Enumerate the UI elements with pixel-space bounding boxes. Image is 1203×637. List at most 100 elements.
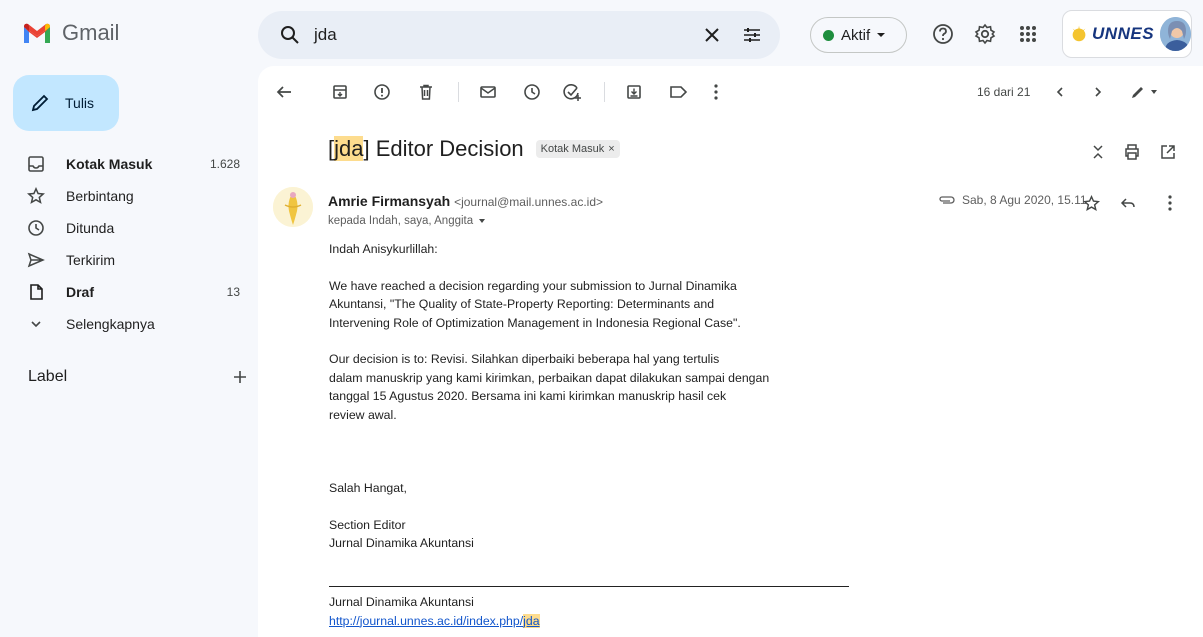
- sidebar-item-snoozed[interactable]: Ditunda: [0, 212, 256, 244]
- input-tools-button[interactable]: [1124, 78, 1164, 106]
- move-to-button[interactable]: [620, 78, 648, 106]
- greeting: Indah Anisykurlillah:: [329, 242, 438, 256]
- gmail-m-icon: [24, 23, 50, 43]
- subject-text: [jda] Editor Decision: [328, 136, 524, 161]
- star-icon: [1082, 194, 1100, 211]
- search-input[interactable]: jda: [314, 25, 692, 45]
- clear-search-button[interactable]: [692, 15, 732, 55]
- reply-button[interactable]: [1116, 191, 1140, 215]
- org-name: UNNES: [1092, 24, 1155, 43]
- labels-button[interactable]: [664, 78, 692, 106]
- collapse-all-button[interactable]: [1084, 138, 1112, 166]
- avatar-image: [1160, 17, 1191, 51]
- pencil-icon: [31, 94, 49, 112]
- dropdown-arrow-icon: [1150, 90, 1157, 94]
- search-highlight: jda: [334, 136, 364, 161]
- add-task-icon: [563, 84, 581, 101]
- message-date: Sab, 8 Agu 2020, 15.11: [938, 193, 1087, 207]
- move-to-icon: [627, 85, 641, 99]
- print-button[interactable]: [1118, 138, 1146, 166]
- close-icon: [705, 28, 719, 42]
- chevron-right-icon: [1095, 87, 1102, 97]
- open-in-new-icon: [1161, 145, 1175, 159]
- search-icon[interactable]: [278, 23, 302, 47]
- star-icon: [26, 186, 46, 206]
- open-new-window-button[interactable]: [1154, 138, 1182, 166]
- signature-journal: Jurnal Dinamika Akuntansi: [329, 536, 474, 550]
- delete-button[interactable]: [412, 78, 440, 106]
- sidebar-item-label: Terkirim: [66, 252, 115, 268]
- sidebar-item-sent[interactable]: Terkirim: [0, 244, 256, 276]
- search-options-button[interactable]: [732, 15, 772, 55]
- closing: Salah Hangat,: [329, 481, 407, 495]
- body-line: tanggal 15 Agustus 2020. Bersama ini kam…: [329, 389, 727, 403]
- message-footer: Jurnal Dinamika Akuntansi http://journal…: [329, 593, 540, 630]
- help-button[interactable]: [928, 19, 958, 49]
- clock-icon: [524, 84, 540, 100]
- labels-heading: Label: [28, 368, 68, 385]
- account-switcher[interactable]: UNNES: [1062, 10, 1192, 58]
- search-bar[interactable]: jda: [258, 11, 780, 59]
- print-icon: [1125, 144, 1139, 160]
- chevron-left-icon: [1056, 87, 1063, 97]
- message-view: 16 dari 21 [jda] Editor Decision Kotak M…: [258, 66, 1203, 637]
- collapse-icon: [1093, 145, 1103, 159]
- sidebar-item-label: Ditunda: [66, 220, 115, 236]
- status-label: Aktif: [841, 26, 871, 44]
- email-subject: [jda] Editor Decision Kotak Masuk ×: [328, 136, 620, 162]
- gmail-logo[interactable]: Gmail: [22, 20, 119, 46]
- more-vert-icon: [714, 84, 718, 100]
- status-dropdown[interactable]: Aktif: [810, 17, 907, 53]
- sender-email: <journal@mail.unnes.ac.id>: [454, 195, 603, 209]
- avatar[interactable]: [1160, 17, 1191, 51]
- label-icon: [670, 86, 688, 98]
- message-body: Indah Anisykurlillah: We have reached a …: [329, 240, 849, 553]
- remove-label-button[interactable]: ×: [608, 143, 614, 155]
- settings-button[interactable]: [970, 19, 1000, 49]
- sender-avatar[interactable]: [273, 187, 313, 227]
- snooze-button[interactable]: [518, 78, 546, 106]
- recipients-toggle[interactable]: kepada Indah, saya, Anggita: [328, 215, 487, 227]
- newer-button[interactable]: [1046, 78, 1074, 106]
- help-icon: [933, 24, 953, 44]
- plus-icon[interactable]: [232, 369, 248, 385]
- sidebar-item-more[interactable]: Selengkapnya: [0, 308, 256, 340]
- sidebar-item-starred[interactable]: Berbintang: [0, 180, 256, 212]
- file-icon: [26, 282, 46, 302]
- journal-link[interactable]: http://journal.unnes.ac.id/index.php/jda: [329, 613, 540, 628]
- report-spam-button[interactable]: [368, 78, 396, 106]
- sidebar-item-drafts[interactable]: Draf 13: [0, 276, 256, 308]
- more-vert-icon: [1168, 195, 1172, 211]
- arrow-left-icon: [276, 86, 291, 98]
- search-highlight: jda: [523, 613, 540, 628]
- mark-unread-button[interactable]: [474, 78, 502, 106]
- inbox-icon: [26, 154, 46, 174]
- more-options-button[interactable]: [702, 78, 730, 106]
- sidebar-item-label: Draf: [66, 284, 95, 300]
- pager-text: 16 dari 21: [977, 85, 1031, 99]
- signature-divider: [329, 586, 849, 587]
- archive-button[interactable]: [326, 78, 354, 106]
- body-line: We have reached a decision regarding you…: [329, 278, 737, 293]
- sidebar-item-label: Kotak Masuk: [66, 156, 153, 172]
- older-button[interactable]: [1084, 78, 1112, 106]
- message-more-button[interactable]: [1158, 191, 1182, 215]
- apps-button[interactable]: [1013, 19, 1043, 49]
- toolbar-divider: [604, 82, 605, 102]
- label-chip: Kotak Masuk ×: [535, 140, 620, 158]
- sidebar-item-inbox[interactable]: Kotak Masuk 1.628: [0, 148, 256, 180]
- mail-icon: [480, 86, 496, 98]
- top-bar: Gmail jda Aktif UNNES: [0, 0, 1203, 66]
- body-line: Akuntansi, "The Quality of State-Propert…: [329, 297, 715, 311]
- sender-avatar-image: [273, 187, 313, 227]
- app-name: Gmail: [62, 20, 120, 45]
- footer-journal: Jurnal Dinamika Akuntansi: [329, 595, 474, 609]
- back-button[interactable]: [270, 78, 298, 106]
- compose-button[interactable]: Tulis: [13, 75, 119, 131]
- add-task-button[interactable]: [558, 78, 586, 106]
- trash-icon: [420, 84, 432, 100]
- unread-count: 1.628: [209, 157, 240, 171]
- labels-section: Label: [28, 368, 248, 386]
- star-button[interactable]: [1079, 191, 1103, 215]
- sender-name[interactable]: Amrie Firmansyah: [328, 193, 450, 209]
